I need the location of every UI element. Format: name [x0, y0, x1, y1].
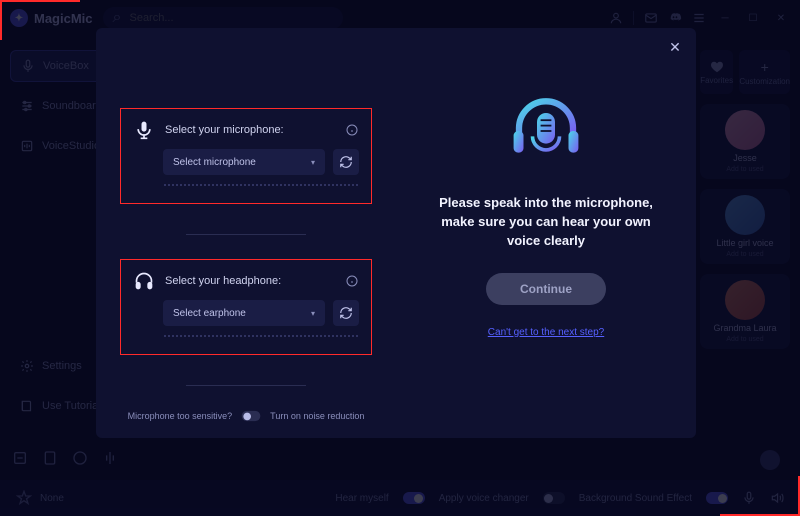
noise-question: Microphone too sensitive? — [128, 411, 233, 421]
refresh-icon — [339, 306, 353, 320]
chevron-down-icon: ▾ — [311, 309, 315, 318]
headphone-icon — [133, 270, 155, 292]
noise-toggle-label: Turn on noise reduction — [270, 411, 364, 421]
headphone-reload-button[interactable] — [333, 300, 359, 326]
continue-button[interactable]: Continue — [486, 273, 606, 305]
section-divider — [186, 385, 306, 386]
mic-select-value: Select microphone — [173, 157, 256, 168]
info-icon[interactable] — [345, 123, 359, 137]
headphone-select-value: Select earphone — [173, 308, 246, 319]
headphone-select[interactable]: Select earphone ▾ — [163, 300, 325, 326]
highlight-corner-tl — [0, 0, 80, 40]
mic-reload-button[interactable] — [333, 149, 359, 175]
continue-label: Continue — [520, 282, 572, 296]
noise-reduction-toggle[interactable] — [242, 411, 261, 421]
chevron-down-icon: ▾ — [311, 158, 315, 167]
hero-headphone-mic-icon — [501, 86, 591, 176]
section-divider — [186, 234, 306, 235]
info-icon[interactable] — [345, 274, 359, 288]
mic-select[interactable]: Select microphone ▾ — [163, 149, 325, 175]
level-meter — [163, 334, 359, 338]
highlight-corner-br — [720, 476, 800, 516]
mic-section: Select your microphone: Select microphon… — [120, 108, 372, 204]
help-link[interactable]: Can't get to the next step? — [488, 327, 604, 338]
instruction-text: Please speak into the microphone, make s… — [430, 194, 662, 251]
device-setup-modal: ✕ Select your microphone: Select microph… — [96, 28, 696, 438]
microphone-icon — [133, 119, 155, 141]
headphone-section: Select your headphone: Select earphone ▾ — [120, 259, 372, 355]
headphone-label: Select your headphone: — [165, 275, 335, 287]
close-button[interactable]: ✕ — [666, 38, 684, 56]
refresh-icon — [339, 155, 353, 169]
level-meter — [163, 183, 359, 187]
mic-label: Select your microphone: — [165, 124, 335, 136]
